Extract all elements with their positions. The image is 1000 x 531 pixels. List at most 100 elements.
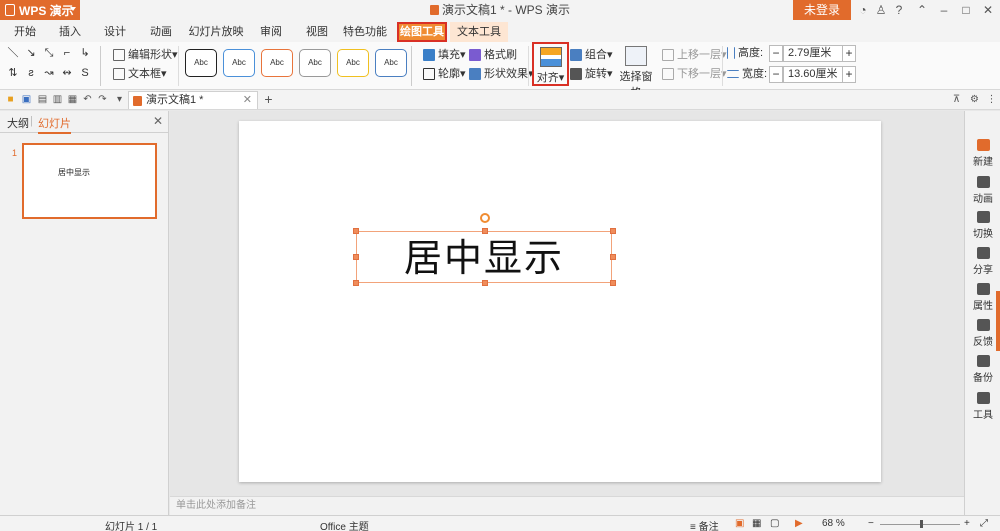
shape-style-3[interactable]: Abc [261,49,293,77]
bring-forward-button[interactable]: 上移一层 ▾ [662,46,727,64]
reading-view-icon[interactable]: ▢ [770,518,779,529]
fit-window-icon[interactable]: ⤢ [980,518,988,529]
arrow-line-icon[interactable]: ↘ [24,46,38,60]
fill-button[interactable]: 填充 ▾ [423,46,466,64]
shape-effects-button[interactable]: 形状效果 ▾ [469,65,534,83]
sidebar-backup[interactable]: 备份 [965,355,1000,384]
notes-toggle[interactable]: ≡ 备注 [690,518,719,531]
width-decrease-button[interactable]: − [769,66,783,83]
settings-icon[interactable]: ⚙ [968,93,981,106]
slide-text[interactable]: 居中显示 [357,232,611,282]
close-tab-icon[interactable]: ✕ [243,92,252,109]
tab-animation[interactable]: 动画 [146,22,176,42]
resize-handle-nw[interactable] [353,228,359,234]
zoom-slider-knob[interactable] [920,520,923,528]
edit-shape-button[interactable]: 编辑形状 ▾ [113,46,178,64]
close-panel-icon[interactable]: ✕ [153,114,163,128]
resize-handle-n[interactable] [482,228,488,234]
slide-thumbnail[interactable]: 居中显示 [22,143,157,219]
curve-connector-icon[interactable]: ƨ [24,66,38,80]
text-box[interactable]: 居中显示 [353,213,616,286]
tab-slides[interactable]: 幻灯片 [38,115,71,134]
shape-style-2[interactable]: Abc [223,49,255,77]
elbow-double-arrow-icon[interactable]: ⇅ [6,66,20,80]
width-field[interactable]: 13.60厘米 [783,66,843,83]
print-preview-icon[interactable]: ▦ [66,93,79,106]
resize-handle-se[interactable] [610,280,616,286]
resize-handle-w[interactable] [353,254,359,260]
sidebar-tools[interactable]: 工具 [965,392,1000,421]
slide-sorter-icon[interactable]: ▦ [752,518,761,529]
slide[interactable]: 居中显示 [239,121,881,482]
curve-arrow-icon[interactable]: ↝ [42,66,56,80]
send-backward-button[interactable]: 下移一层 ▾ [662,65,727,83]
zoom-out-icon[interactable]: − [868,518,874,529]
curve-double-arrow-icon[interactable]: ↭ [60,66,74,80]
zoom-level[interactable]: 68 % [822,518,845,529]
skin-icon[interactable]: ◔ [855,2,871,18]
rotate-handle[interactable] [480,213,490,223]
tab-slideshow[interactable]: 幻灯片放映 [188,22,244,42]
redo-icon[interactable]: ↷ [96,93,109,106]
sidebar-animation[interactable]: 动画 [965,176,1000,205]
format-painter-button[interactable]: 格式刷 [469,46,517,64]
help-icon[interactable]: ? [891,2,907,18]
tab-home[interactable]: 开始 [10,22,40,42]
notes-area[interactable]: 单击此处添加备注 [170,496,964,515]
text-box-button[interactable]: 文本框 ▾ [113,65,167,83]
tab-text-tools[interactable]: 文本工具 [450,22,508,42]
sidebar-feedback[interactable]: 反馈 [965,319,1000,348]
tab-view[interactable]: 视图 [302,22,332,42]
tab-review[interactable]: 审阅 [256,22,286,42]
pin-icon[interactable]: ⊼ [950,93,963,106]
freeform-curve-icon[interactable]: S [78,66,92,80]
double-arrow-line-icon[interactable]: ⤡ [42,46,56,60]
tab-special-features[interactable]: 特色功能 [342,22,388,42]
sidebar-transition[interactable]: 切换 [965,211,1000,240]
document-tab[interactable]: 演示文稿1 * ✕ [128,91,258,109]
shape-style-4[interactable]: Abc [299,49,331,77]
slide-canvas[interactable]: 居中显示 [170,111,964,496]
new-tab-icon[interactable]: + [262,92,275,106]
sidebar-collapse-handle[interactable] [996,291,1000,351]
shape-gallery[interactable]: ＼ ↘ ⤡ ⌐ ↳ ⇅ ƨ ↝ ↭ S [6,46,98,86]
height-decrease-button[interactable]: − [769,45,783,62]
height-increase-button[interactable]: + [842,45,856,62]
resize-handle-s[interactable] [482,280,488,286]
sidebar-share[interactable]: 分享 [965,247,1000,276]
shirt-icon[interactable]: ♙ [873,2,889,18]
login-button[interactable]: 未登录 [793,0,851,20]
sidebar-new[interactable]: 新建 [965,139,1000,168]
more-icon[interactable]: ⋮ [985,93,998,106]
sidebar-properties[interactable]: 属性 [965,283,1000,312]
rotate-button[interactable]: 旋转 ▾ [570,65,613,83]
slideshow-icon[interactable]: ▶ [795,518,803,529]
line-icon[interactable]: ＼ [6,46,20,60]
normal-view-icon[interactable]: ▣ [735,518,744,529]
shape-style-1[interactable]: Abc [185,49,217,77]
elbow-arrow-icon[interactable]: ↳ [78,46,92,60]
app-menu-button[interactable]: WPS 演示 [0,0,80,20]
resize-handle-ne[interactable] [610,228,616,234]
open-folder-icon[interactable]: ■ [4,93,17,106]
tab-design[interactable]: 设计 [100,22,130,42]
style-gallery-scroll[interactable] [411,46,419,86]
shape-style-6[interactable]: Abc [375,49,407,77]
print-icon[interactable]: ▥ [51,93,64,106]
resize-handle-e[interactable] [610,254,616,260]
minimize-icon[interactable]: – [936,2,952,18]
outline-button[interactable]: 轮廓 ▾ [423,65,466,83]
export-pdf-icon[interactable]: ▤ [36,93,49,106]
zoom-in-icon[interactable]: + [964,518,970,529]
tab-outline[interactable]: 大纲 [7,115,29,131]
tab-insert[interactable]: 插入 [55,22,85,42]
tab-drawing-tools[interactable]: 绘图工具 [397,22,447,42]
height-field[interactable]: 2.79厘米 [783,45,843,62]
close-icon[interactable]: ✕ [980,2,996,18]
shape-style-5[interactable]: Abc [337,49,369,77]
resize-handle-sw[interactable] [353,280,359,286]
align-button[interactable]: 对齐▾ [532,42,569,86]
group-button[interactable]: 组合 ▾ [570,46,613,64]
width-increase-button[interactable]: + [842,66,856,83]
shape-gallery-scroll[interactable] [100,46,108,86]
